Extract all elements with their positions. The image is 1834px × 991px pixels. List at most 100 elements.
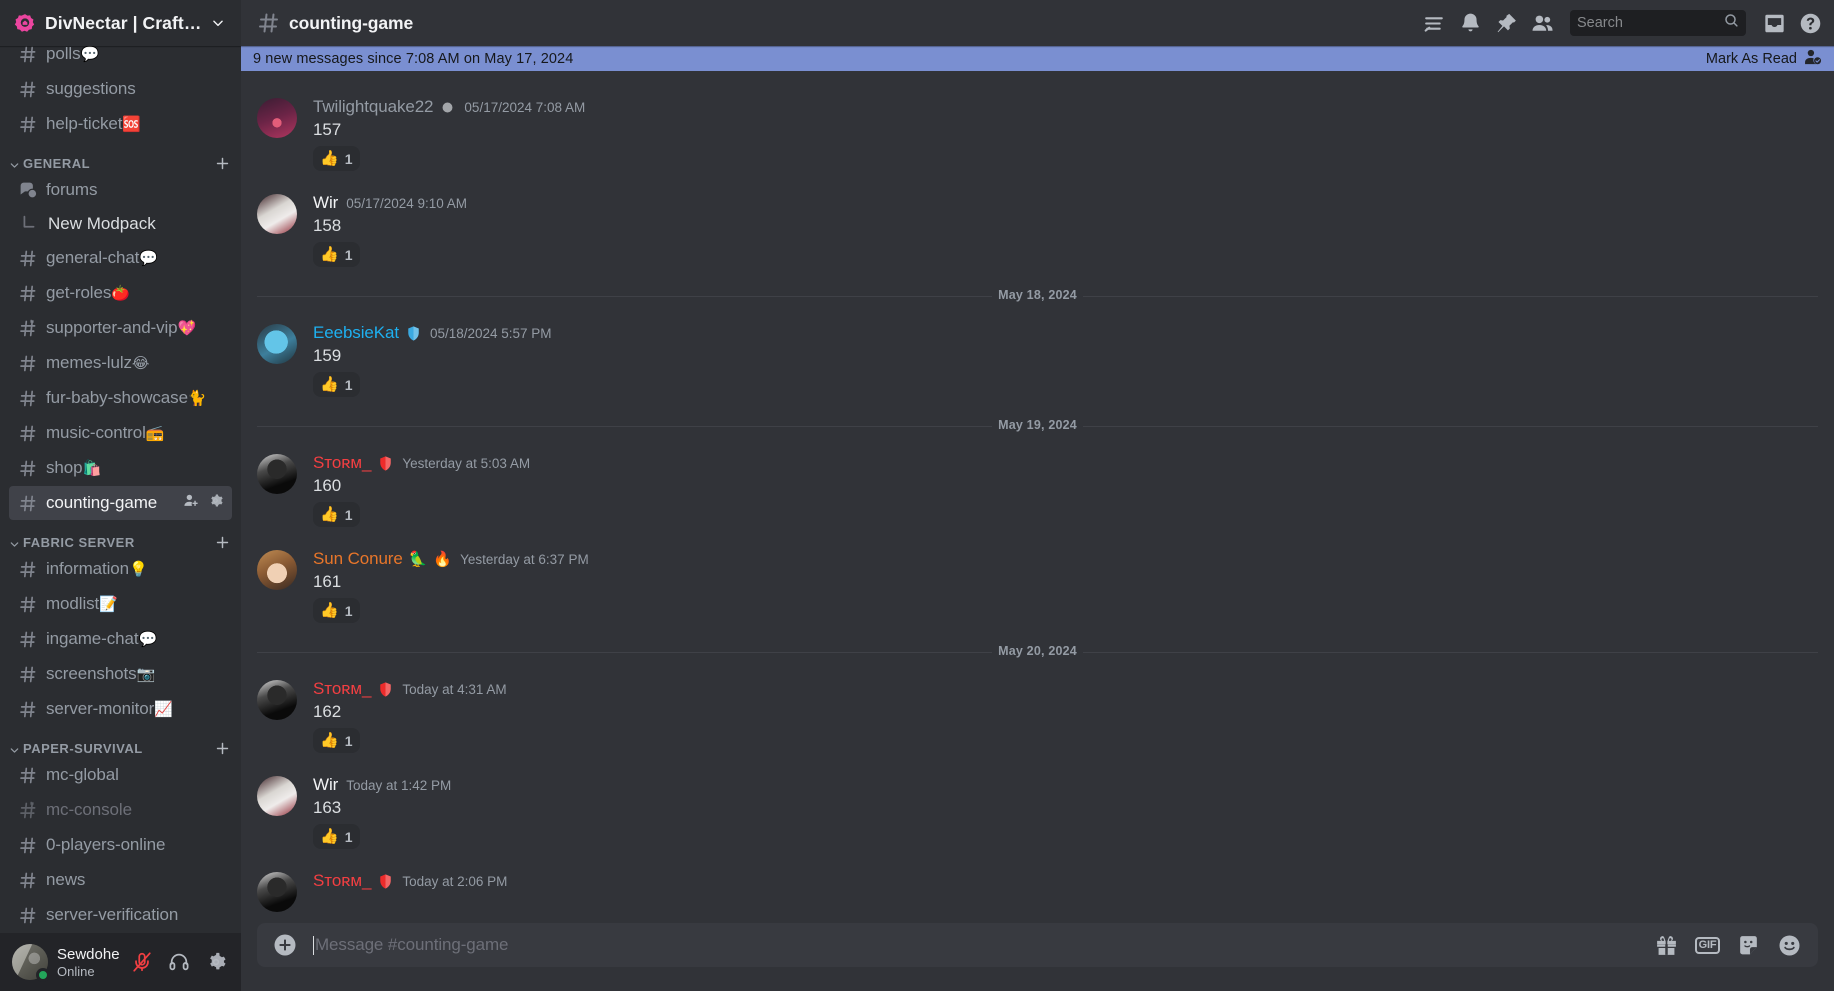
message-author[interactable]: Wir [313, 193, 338, 213]
user-meta[interactable]: Sewdohe Online [57, 946, 125, 979]
avatar[interactable] [257, 324, 297, 364]
message-author[interactable]: Sun Conure [313, 549, 403, 569]
server-header[interactable]: DivNectar | CraftNec... [0, 0, 241, 46]
message-text: 157 [313, 120, 342, 139]
gear-icon[interactable] [207, 492, 224, 514]
sidebar-item-music-control[interactable]: music-control📻 [9, 416, 232, 450]
sidebar-item-polls[interactable]: polls💬 [9, 46, 232, 71]
hash-icon [18, 114, 39, 135]
sidebar-item-label: mc-console [46, 800, 132, 819]
sidebar-item-suggestions[interactable]: suggestions [9, 72, 232, 106]
channel-emoji: 📷 [136, 666, 156, 683]
plus-icon[interactable] [214, 534, 231, 551]
avatar[interactable] [12, 944, 50, 982]
server-logo-icon [14, 12, 36, 34]
avatar[interactable] [257, 680, 297, 720]
sidebar-item-label: polls💬 [46, 46, 100, 63]
search-input[interactable]: Search [1570, 10, 1746, 36]
sidebar-item-mc-global[interactable]: mc-global [9, 758, 232, 792]
message-author[interactable]: Wir [313, 775, 338, 795]
sidebar-thread-new-modpack[interactable]: New Modpack [9, 208, 232, 240]
sidebar-item-modlist[interactable]: modlist📝 [9, 587, 232, 621]
plus-icon[interactable] [214, 740, 231, 757]
gif-label: GIF [1694, 936, 1721, 954]
sidebar-item-general-chat[interactable]: general-chat💬 [9, 241, 232, 275]
reaction-list: 👍 1 [313, 372, 1786, 397]
avatar[interactable] [257, 776, 297, 816]
gift-icon[interactable] [1654, 933, 1679, 958]
message-author[interactable]: Sᴛᴏʀᴍ_ [313, 871, 371, 891]
sidebar-item-help-ticket[interactable]: help-ticket🆘 [9, 107, 232, 141]
reaction-chip[interactable]: 👍 1 [313, 598, 361, 623]
sidebar-item-0-players-online[interactable]: 0-players-online [9, 828, 232, 862]
gear-icon[interactable] [199, 945, 233, 979]
add-member-icon[interactable] [183, 492, 200, 514]
sidebar-item-fur-baby-showcase[interactable]: fur-baby-showcase🐈 [9, 381, 232, 415]
sidebar-item-ingame-chat[interactable]: ingame-chat💬 [9, 622, 232, 656]
emoji-icon[interactable] [1777, 933, 1802, 958]
message-author[interactable]: EeebsieKat [313, 323, 399, 343]
channel-emoji: 📻 [145, 425, 165, 442]
sidebar-item-shop[interactable]: shop🛍️ [9, 451, 232, 485]
sidebar-category-general[interactable]: GENERAL [0, 142, 241, 172]
message-composer[interactable]: Message #counting-game GIF [257, 923, 1818, 967]
sidebar-category-fabric-server[interactable]: FABRIC SERVER [0, 521, 241, 551]
plus-circle-icon[interactable] [273, 933, 297, 957]
plus-icon[interactable] [214, 155, 231, 172]
message-author[interactable]: Twilightquake22 [313, 97, 434, 117]
reaction-chip[interactable]: 👍 1 [313, 372, 361, 397]
inbox-icon[interactable] [1760, 9, 1788, 37]
reaction-chip[interactable]: 👍 1 [313, 728, 361, 753]
reaction-chip[interactable]: 👍 1 [313, 146, 361, 171]
mark-as-read-button[interactable]: Mark As Read [1706, 47, 1822, 71]
sidebar-item-memes-lulz[interactable]: memes-lulz😂 [9, 346, 232, 380]
message-scroller[interactable]: Twilightquake22 05/17/2024 7:08 AM 157 👍 1 Wi… [241, 71, 1834, 923]
sidebar-item-counting-game[interactable]: counting-game [9, 486, 232, 520]
sidebar-item-label: get-roles🍅 [46, 283, 130, 302]
members-icon[interactable] [1528, 9, 1556, 37]
message-header: Sᴛᴏʀᴍ_ Today at 4:31 AM [313, 678, 1786, 700]
sidebar-item-server-verification[interactable]: server-verification [9, 898, 232, 932]
hash-lock-icon [18, 318, 39, 339]
message-text: 160 [313, 476, 342, 495]
channel-list[interactable]: polls💬 suggestions help-ticket🆘 GENERAL foru… [0, 46, 241, 933]
message-item: Sun Conure 🦜 🔥 Yesterday at 6:37 PM 161 👍 1 [241, 546, 1834, 625]
avatar[interactable] [257, 98, 297, 138]
sidebar-category-paper-survival[interactable]: PAPER-SURVIVAL [0, 727, 241, 757]
bell-icon[interactable] [1456, 9, 1484, 37]
hash-icon [18, 458, 39, 479]
sidebar-item-information[interactable]: information💡 [9, 552, 232, 586]
reaction-emoji: 👍 [320, 732, 339, 749]
message-timestamp: Today at 1:42 PM [346, 777, 452, 793]
reaction-chip[interactable]: 👍 1 [313, 502, 361, 527]
sidebar-item-screenshots[interactable]: screenshots📷 [9, 657, 232, 691]
sidebar-item-label: help-ticket🆘 [46, 114, 141, 133]
avatar[interactable] [257, 550, 297, 590]
avatar[interactable] [257, 872, 297, 912]
channel-emoji: 🐈 [187, 390, 207, 407]
headphones-icon[interactable] [162, 945, 196, 979]
avatar[interactable] [257, 194, 297, 234]
avatar[interactable] [257, 454, 297, 494]
mic-muted-icon[interactable] [125, 945, 159, 979]
sidebar-item-supporter-and-vip[interactable]: supporter-and-vip💖 [9, 311, 232, 345]
help-icon[interactable] [1796, 9, 1824, 37]
sidebar-item-forums[interactable]: forums [9, 173, 232, 207]
gif-icon[interactable]: GIF [1694, 933, 1721, 958]
chevron-down-icon[interactable] [211, 16, 225, 30]
sticker-icon[interactable] [1736, 933, 1761, 958]
reaction-chip[interactable]: 👍 1 [313, 242, 361, 267]
sidebar-item-news[interactable]: news [9, 863, 232, 897]
message-author[interactable]: Sᴛᴏʀᴍ_ [313, 679, 371, 699]
reaction-count: 1 [344, 150, 353, 167]
message-timestamp: 05/17/2024 7:08 AM [464, 99, 586, 115]
reaction-chip[interactable]: 👍 1 [313, 824, 361, 849]
sidebar-item-mc-console[interactable]: mc-console [9, 793, 232, 827]
message-input[interactable]: Message #counting-game [313, 923, 1654, 967]
pin-icon[interactable] [1492, 9, 1520, 37]
message-body: Sun Conure 🦜 🔥 Yesterday at 6:37 PM 161 👍 1 [313, 548, 1786, 623]
message-author[interactable]: Sᴛᴏʀᴍ_ [313, 453, 371, 473]
sidebar-item-server-monitor[interactable]: server-monitor📈 [9, 692, 232, 726]
threads-icon[interactable] [1420, 9, 1448, 37]
sidebar-item-get-roles[interactable]: get-roles🍅 [9, 276, 232, 310]
